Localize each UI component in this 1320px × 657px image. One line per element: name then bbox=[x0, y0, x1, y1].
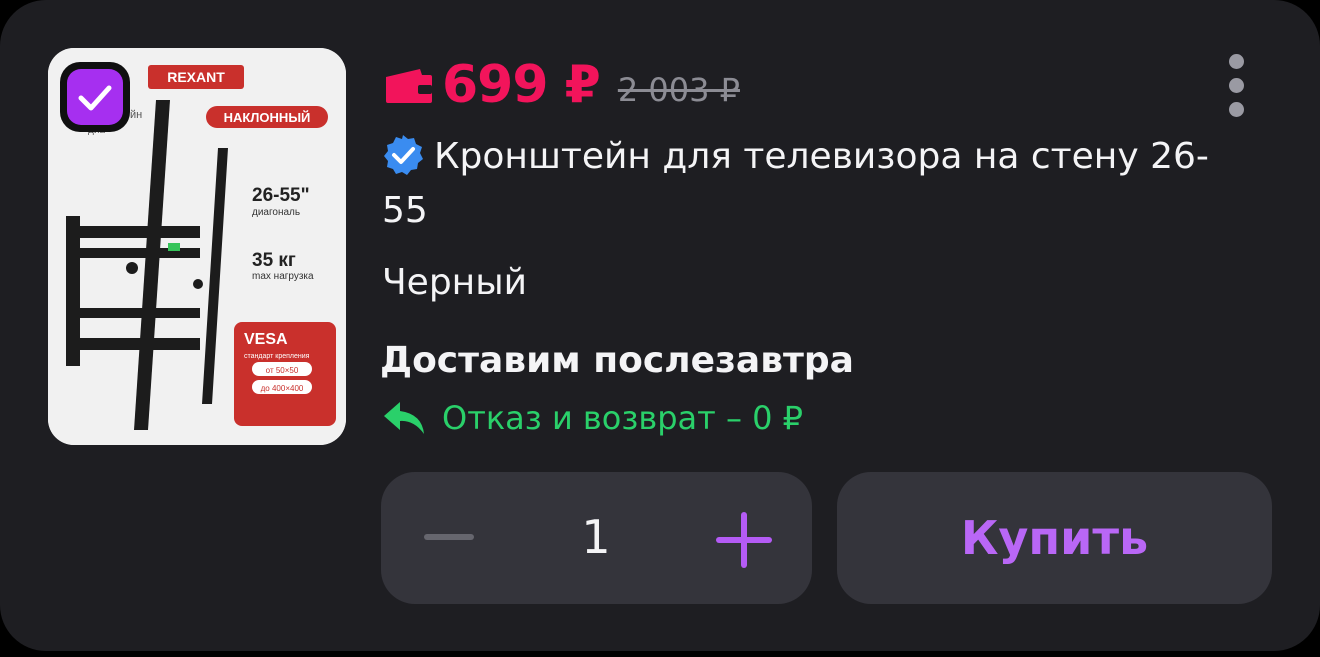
delivery-date: Доставим послезавтра bbox=[380, 340, 854, 381]
quantity-value: 1 bbox=[581, 510, 611, 564]
spec-load-label: max нагрузка bbox=[252, 271, 314, 282]
product-title: Кронштейн для телевизора на стену 26-55 bbox=[382, 136, 1209, 231]
decrease-button[interactable] bbox=[424, 534, 474, 540]
current-price: 699 ₽ bbox=[442, 55, 601, 115]
refund-text: Отказ и возврат – 0 ₽ bbox=[442, 399, 804, 437]
verified-badge-icon bbox=[384, 135, 423, 175]
return-arrow-icon bbox=[384, 402, 424, 434]
price-row: 699 ₽ 2 003 ₽ bbox=[384, 55, 740, 115]
menu-dot bbox=[1229, 102, 1244, 117]
product-color: Черный bbox=[382, 262, 528, 303]
brand-logo: REXANT bbox=[167, 69, 225, 85]
checkmark-icon bbox=[78, 85, 112, 111]
buy-button[interactable]: Купить bbox=[837, 472, 1272, 604]
select-checkbox[interactable] bbox=[60, 62, 130, 132]
mount-type-badge: НАКЛОННЫЙ bbox=[224, 110, 311, 125]
spec-load: 35 кг bbox=[252, 250, 296, 271]
wallet-icon bbox=[386, 69, 432, 103]
menu-dot bbox=[1229, 54, 1244, 69]
more-options-icon[interactable] bbox=[1222, 48, 1252, 122]
checkbox-fill bbox=[67, 69, 123, 125]
plus-icon bbox=[741, 512, 747, 568]
vesa-title: VESA bbox=[244, 331, 288, 348]
menu-dot bbox=[1229, 78, 1244, 93]
vesa-max: до 400×400 bbox=[261, 384, 304, 393]
vesa-label: стандарт крепления bbox=[244, 353, 310, 360]
spec-diagonal: 26-55" bbox=[252, 185, 310, 206]
vesa-min: от 50×50 bbox=[266, 366, 299, 375]
spec-diagonal-label: диагональ bbox=[252, 207, 300, 218]
cart-item-card: REXANT йн диа НАКЛОННЫЙ 26-55" ди bbox=[0, 0, 1320, 651]
refund-info[interactable]: Отказ и возврат – 0 ₽ bbox=[382, 395, 803, 441]
image-partial-text: йн bbox=[130, 109, 142, 121]
product-title-row[interactable]: Кронштейн для телевизора на стену 26-55 bbox=[382, 130, 1242, 238]
old-price: 2 003 ₽ bbox=[617, 71, 740, 109]
increase-button[interactable] bbox=[716, 512, 772, 568]
